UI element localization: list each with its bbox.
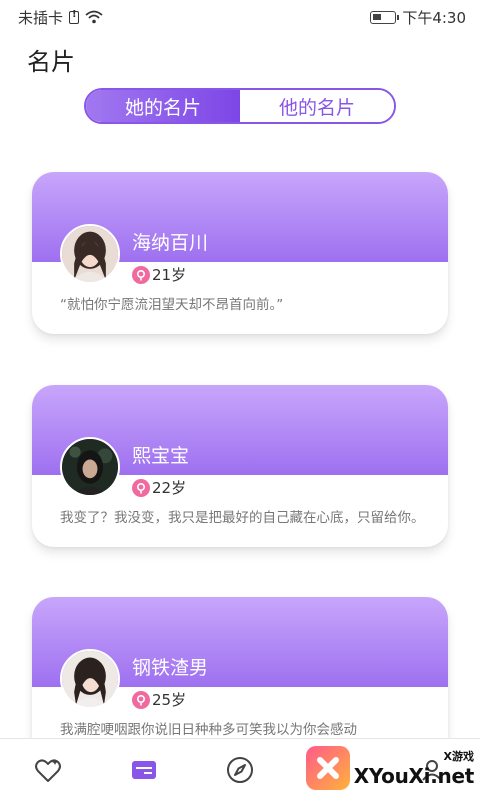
age-text: 25岁 <box>152 691 187 709</box>
card-quote: 我变了？我没变，我只是把最好的自己藏在心底，只留给你。 <box>60 510 425 526</box>
female-icon <box>132 478 150 497</box>
watermark-text: X游戏 XYouXi.net <box>353 748 475 788</box>
tab-his-card[interactable]: 他的名片 <box>240 90 394 122</box>
watermark: X游戏 XYouXi.net <box>305 746 475 790</box>
age-row: 21岁 <box>132 264 186 285</box>
nav-heart-tab[interactable] <box>0 739 96 800</box>
status-bar: 未插卡 下午4:30 <box>0 0 480 34</box>
status-left: 未插卡 <box>18 7 103 28</box>
status-right: 下午4:30 <box>370 7 466 28</box>
heart-sparkle-icon <box>35 758 61 782</box>
page-title: 名片 <box>27 48 75 76</box>
sim-alert-icon <box>69 9 80 24</box>
age-text: 22岁 <box>152 479 187 497</box>
age-row: 25岁 <box>132 689 186 710</box>
nav-card-tab[interactable] <box>96 739 192 800</box>
nav-discover-tab[interactable] <box>192 739 288 800</box>
card-name: 熙宝宝 <box>132 445 190 467</box>
compass-icon <box>227 756 253 783</box>
avatar[interactable] <box>60 224 120 284</box>
segmented-tabs: 她的名片 他的名片 <box>84 88 396 124</box>
card-quote: “就怕你宁愿流泪望天却不昂首向前。” <box>60 297 284 313</box>
card-icon <box>132 760 156 779</box>
avatar[interactable] <box>60 649 120 709</box>
watermark-logo-icon <box>305 746 350 790</box>
wifi-icon <box>85 10 103 24</box>
clock-text: 下午4:30 <box>402 8 466 27</box>
battery-icon <box>370 10 400 24</box>
profile-card[interactable]: 钢铁渣男 25岁 我满腔哽咽跟你说旧日种种多可笑我以为你会感动 <box>32 597 448 759</box>
tab-her-card[interactable]: 她的名片 <box>86 90 240 122</box>
female-icon <box>132 690 150 709</box>
watermark-big: XYouXi.net <box>353 764 475 788</box>
age-row: 22岁 <box>132 477 186 498</box>
avatar[interactable] <box>60 437 120 497</box>
carrier-text: 未插卡 <box>18 8 64 27</box>
watermark-small: X游戏 <box>443 750 474 763</box>
card-name: 海纳百川 <box>132 232 209 254</box>
female-icon <box>132 265 150 284</box>
profile-card[interactable]: 海纳百川 21岁 “就怕你宁愿流泪望天却不昂首向前。” <box>32 172 448 334</box>
profile-card[interactable]: 熙宝宝 22岁 我变了？我没变，我只是把最好的自己藏在心底，只留给你。 <box>32 385 448 547</box>
age-text: 21岁 <box>152 266 187 284</box>
card-name: 钢铁渣男 <box>132 657 209 679</box>
